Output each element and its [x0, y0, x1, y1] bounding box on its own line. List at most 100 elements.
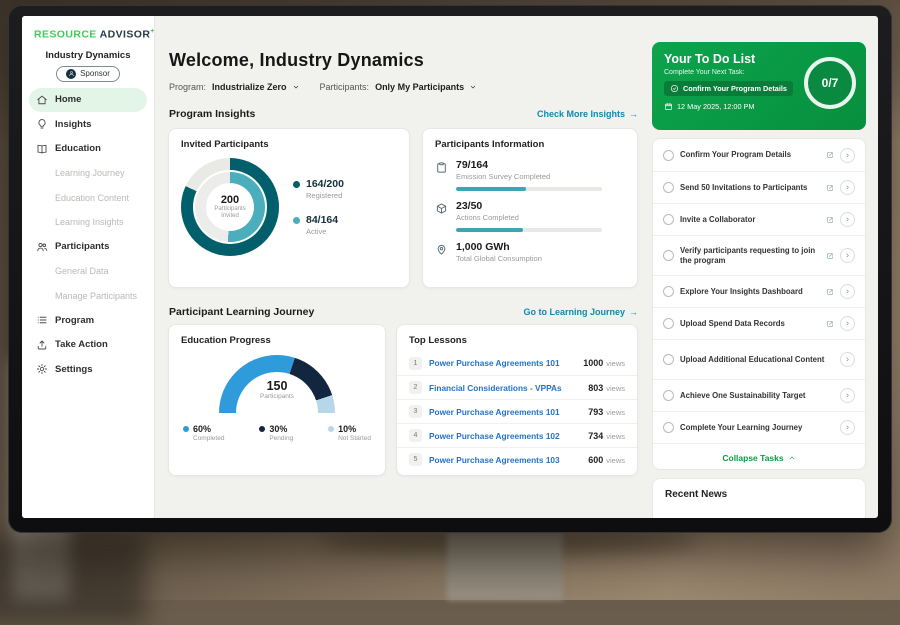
sidebar-item-program[interactable]: Program [29, 308, 147, 333]
task-chevron-button[interactable] [840, 248, 855, 263]
check-more-insights-link[interactable]: Check More Insights → [537, 109, 638, 119]
list-icon [36, 314, 48, 326]
invited-donut-chart: 200 Participants Invited [181, 158, 279, 256]
sidebar-item-participants[interactable]: Participants [29, 235, 147, 260]
donut-center-value: 200 [221, 194, 239, 206]
role-badge[interactable]: Sponsor [56, 66, 120, 82]
sidebar-item-settings[interactable]: Settings [29, 357, 147, 382]
location-pin-icon [435, 243, 448, 256]
task-checkbox[interactable] [663, 318, 674, 329]
task-chevron-button[interactable] [840, 284, 855, 299]
task-chevron-button[interactable] [840, 148, 855, 163]
sidebar-item-insights[interactable]: Insights [29, 112, 147, 137]
donut-center: 200 Participants Invited [206, 183, 254, 231]
task-row[interactable]: Complete Your Learning Journey [653, 411, 865, 443]
lesson-row[interactable]: 4 Power Purchase Agreements 102 734views [397, 423, 637, 447]
sidebar-item-learning-journey[interactable]: Learning Journey [29, 161, 147, 186]
task-checkbox[interactable] [663, 150, 674, 161]
external-link-icon [826, 288, 834, 296]
task-row[interactable]: Confirm Your Program Details [653, 139, 865, 171]
lesson-link[interactable]: Power Purchase Agreements 102 [429, 431, 581, 441]
legend-item-not-started: 10% Not Started [328, 424, 371, 442]
participants-information-card: Participants Information 79/164 Emission… [422, 128, 638, 288]
gauge-legend-dot [328, 426, 334, 432]
sidebar-item-home[interactable]: Home [29, 88, 147, 113]
task-row[interactable]: Verify participants requesting to join t… [653, 235, 865, 275]
collapse-tasks-link[interactable]: Collapse Tasks [653, 443, 865, 470]
sidebar-item-label: Learning Insights [55, 217, 124, 227]
task-checkbox[interactable] [663, 286, 674, 297]
sidebar-item-manage-participants[interactable]: Manage Participants [29, 284, 147, 309]
app-window: RESOURCE ADVISOR+ Industry Dynamics Spon… [22, 16, 878, 518]
sidebar-item-learning-insights[interactable]: Learning Insights [29, 210, 147, 235]
sidebar-item-take-action[interactable]: Take Action [29, 333, 147, 358]
todo-progress-ring: 0/7 [804, 57, 856, 109]
task-chevron-button[interactable] [840, 316, 855, 331]
people-icon [36, 241, 48, 253]
lesson-rank: 4 [409, 429, 422, 442]
stat-value: 79/164 [456, 159, 602, 171]
task-chevron-button[interactable] [840, 180, 855, 195]
sidebar-item-label: Take Action [55, 339, 108, 350]
stat-label: Emission Survey Completed [456, 172, 602, 181]
lesson-link[interactable]: Power Purchase Agreements 101 [429, 358, 576, 368]
sidebar-item-education-content[interactable]: Education Content [29, 186, 147, 211]
sidebar-item-label: Home [55, 94, 81, 105]
next-task-pill[interactable]: Confirm Your Program Details [664, 81, 793, 96]
app-logo: RESOURCE ADVISOR+ [22, 16, 154, 43]
gear-icon [36, 363, 48, 375]
task-checkbox[interactable] [663, 354, 674, 365]
task-chevron-button[interactable] [840, 352, 855, 367]
participants-select-value: Only My Participants [375, 82, 464, 92]
sidebar-item-education[interactable]: Education [29, 137, 147, 162]
task-checkbox[interactable] [663, 182, 674, 193]
chevron-right-icon [844, 288, 851, 295]
stat-progress-track [456, 187, 602, 191]
task-chevron-button[interactable] [840, 420, 855, 435]
participants-select[interactable]: Only My Participants [375, 82, 477, 92]
chevron-right-icon [844, 152, 851, 159]
task-label: Achieve One Sustainability Target [680, 391, 834, 401]
link-label: Check More Insights [537, 109, 625, 119]
lesson-row[interactable]: 5 Power Purchase Agreements 103 600views [397, 447, 637, 471]
cube-icon [435, 202, 448, 215]
sidebar-item-label: Program [55, 315, 94, 326]
task-row[interactable]: Invite a Collaborator [653, 203, 865, 235]
legend-value: 84/164 [306, 214, 338, 226]
external-link-icon [826, 320, 834, 328]
lesson-views-unit: views [606, 359, 625, 368]
lesson-link[interactable]: Power Purchase Agreements 103 [429, 455, 581, 465]
task-checkbox[interactable] [663, 422, 674, 433]
stat-value: 23/50 [456, 200, 602, 212]
education-progress-card: Education Progress 150 Participants 60% … [168, 324, 386, 476]
legend-label: Registered [306, 191, 344, 200]
program-select[interactable]: Industrialize Zero [212, 82, 300, 92]
lesson-row[interactable]: 3 Power Purchase Agreements 101 793views [397, 399, 637, 423]
task-checkbox[interactable] [663, 390, 674, 401]
chevron-right-icon [844, 392, 851, 399]
lesson-row[interactable]: 1 Power Purchase Agreements 101 1000view… [397, 351, 637, 375]
card-title: Top Lessons [397, 325, 637, 346]
participants-select-label: Participants: [320, 82, 370, 92]
lesson-link[interactable]: Financial Considerations - VPPAs [429, 383, 581, 393]
lesson-link[interactable]: Power Purchase Agreements 101 [429, 407, 581, 417]
legend-label: Active [306, 227, 338, 236]
lesson-views: 793 [588, 407, 603, 417]
task-chevron-button[interactable] [840, 212, 855, 227]
gauge-center-label: Participants [219, 393, 335, 400]
task-row[interactable]: Upload Additional Educational Content [653, 339, 865, 379]
stat-progress-track [456, 228, 602, 232]
task-checkbox[interactable] [663, 250, 674, 261]
task-row[interactable]: Achieve One Sustainability Target [653, 379, 865, 411]
sidebar-item-label: Learning Journey [55, 168, 125, 178]
task-row[interactable]: Explore Your Insights Dashboard [653, 275, 865, 307]
task-row[interactable]: Send 50 Invitations to Participants [653, 171, 865, 203]
go-to-learning-journey-link[interactable]: Go to Learning Journey → [523, 307, 638, 317]
task-checkbox[interactable] [663, 214, 674, 225]
sidebar-item-general-data[interactable]: General Data [29, 259, 147, 284]
task-chevron-button[interactable] [840, 388, 855, 403]
sidebar-item-label: Settings [55, 364, 92, 375]
lesson-row[interactable]: 2 Financial Considerations - VPPAs 803vi… [397, 375, 637, 399]
learning-journey-header: Participant Learning Journey Go to Learn… [169, 306, 638, 318]
task-row[interactable]: Upload Spend Data Records [653, 307, 865, 339]
